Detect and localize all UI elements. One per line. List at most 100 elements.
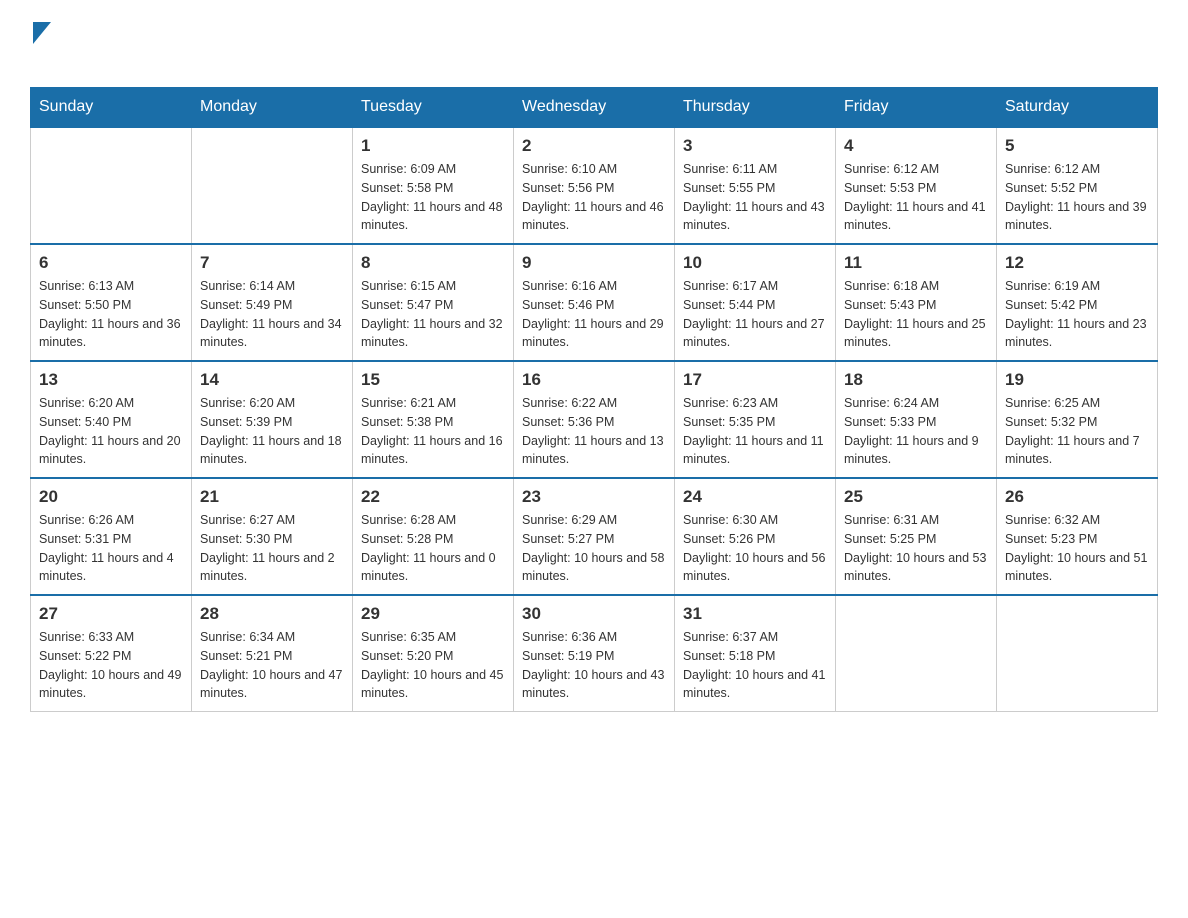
calendar-cell: 6Sunrise: 6:13 AMSunset: 5:50 PMDaylight…	[31, 244, 192, 361]
calendar-cell: 3Sunrise: 6:11 AMSunset: 5:55 PMDaylight…	[675, 127, 836, 244]
calendar-cell: 10Sunrise: 6:17 AMSunset: 5:44 PMDayligh…	[675, 244, 836, 361]
day-number: 12	[1005, 253, 1149, 273]
calendar-cell	[836, 595, 997, 712]
weekday-header-monday: Monday	[192, 88, 353, 128]
day-number: 18	[844, 370, 988, 390]
day-number: 29	[361, 604, 505, 624]
day-info: Sunrise: 6:10 AMSunset: 5:56 PMDaylight:…	[522, 160, 666, 235]
calendar-cell: 7 Sunrise: 6:14 AMSunset: 5:49 PMDaylight…	[192, 244, 353, 361]
calendar-cell	[192, 127, 353, 244]
day-info: Sunrise: 6:15 AMSunset: 5:47 PMDaylight:…	[361, 277, 505, 352]
day-info: Sunrise: 6:35 AMSunset: 5:20 PMDaylight:…	[361, 628, 505, 703]
calendar-cell: 2 Sunrise: 6:10 AMSunset: 5:56 PMDaylight…	[514, 127, 675, 244]
calendar-cell: 8 Sunrise: 6:15 AMSunset: 5:47 PMDaylight…	[353, 244, 514, 361]
day-info: Sunrise: 6:09 AMSunset: 5:58 PMDaylight:…	[361, 160, 505, 235]
day-number: 1	[361, 136, 505, 156]
calendar-week-1: 1 Sunrise: 6:09 AMSunset: 5:58 PMDaylight…	[31, 127, 1158, 244]
day-number: 22	[361, 487, 505, 507]
day-number: 27	[39, 604, 183, 624]
day-info: Sunrise: 6:37 AMSunset: 5:18 PMDaylight:…	[683, 628, 827, 703]
calendar-cell: 24 Sunrise: 6:30 AMSunset: 5:26 PMDayligh…	[675, 478, 836, 595]
day-number: 4	[844, 136, 988, 156]
day-info: Sunrise: 6:26 AMSunset: 5:31 PMDaylight:…	[39, 511, 183, 586]
day-number: 20	[39, 487, 183, 507]
day-number: 19	[1005, 370, 1149, 390]
day-number: 28	[200, 604, 344, 624]
calendar-cell: 14 Sunrise: 6:20 AMSunset: 5:39 PMDayligh…	[192, 361, 353, 478]
day-info: Sunrise: 6:19 AMSunset: 5:42 PMDaylight:…	[1005, 277, 1149, 352]
calendar-cell	[31, 127, 192, 244]
day-info: Sunrise: 6:29 AMSunset: 5:27 PMDaylight:…	[522, 511, 666, 586]
calendar-cell: 27 Sunrise: 6:33 AMSunset: 5:22 PMDayligh…	[31, 595, 192, 712]
day-number: 25	[844, 487, 988, 507]
day-number: 5	[1005, 136, 1149, 156]
day-number: 21	[200, 487, 344, 507]
calendar-cell: 19 Sunrise: 6:25 AMSunset: 5:32 PMDayligh…	[997, 361, 1158, 478]
day-number: 2	[522, 136, 666, 156]
day-info: Sunrise: 6:32 AMSunset: 5:23 PMDaylight:…	[1005, 511, 1149, 586]
calendar-cell: 13 Sunrise: 6:20 AMSunset: 5:40 PMDayligh…	[31, 361, 192, 478]
calendar-cell: 21 Sunrise: 6:27 AMSunset: 5:30 PMDayligh…	[192, 478, 353, 595]
day-info: Sunrise: 6:24 AMSunset: 5:33 PMDaylight:…	[844, 394, 988, 469]
calendar-cell: 29 Sunrise: 6:35 AMSunset: 5:20 PMDayligh…	[353, 595, 514, 712]
weekday-header-friday: Friday	[836, 88, 997, 128]
day-number: 17	[683, 370, 827, 390]
day-info: Sunrise: 6:30 AMSunset: 5:26 PMDaylight:…	[683, 511, 827, 586]
calendar-cell: 1 Sunrise: 6:09 AMSunset: 5:58 PMDaylight…	[353, 127, 514, 244]
calendar-cell: 12 Sunrise: 6:19 AMSunset: 5:42 PMDayligh…	[997, 244, 1158, 361]
calendar-week-5: 27 Sunrise: 6:33 AMSunset: 5:22 PMDayligh…	[31, 595, 1158, 712]
day-number: 15	[361, 370, 505, 390]
calendar-cell: 31 Sunrise: 6:37 AMSunset: 5:18 PMDayligh…	[675, 595, 836, 712]
day-info: Sunrise: 6:16 AMSunset: 5:46 PMDaylight:…	[522, 277, 666, 352]
calendar-cell: 16Sunrise: 6:22 AMSunset: 5:36 PMDayligh…	[514, 361, 675, 478]
day-info: Sunrise: 6:13 AMSunset: 5:50 PMDaylight:…	[39, 277, 183, 352]
day-info: Sunrise: 6:12 AMSunset: 5:53 PMDaylight:…	[844, 160, 988, 235]
day-info: Sunrise: 6:21 AMSunset: 5:38 PMDaylight:…	[361, 394, 505, 469]
day-info: Sunrise: 6:34 AMSunset: 5:21 PMDaylight:…	[200, 628, 344, 703]
day-info: Sunrise: 6:20 AMSunset: 5:40 PMDaylight:…	[39, 394, 183, 469]
calendar-cell: 20 Sunrise: 6:26 AMSunset: 5:31 PMDayligh…	[31, 478, 192, 595]
day-number: 14	[200, 370, 344, 390]
calendar-cell: 25 Sunrise: 6:31 AMSunset: 5:25 PMDayligh…	[836, 478, 997, 595]
calendar-cell: 15 Sunrise: 6:21 AMSunset: 5:38 PMDayligh…	[353, 361, 514, 478]
calendar-table: SundayMondayTuesdayWednesdayThursdayFrid…	[30, 87, 1158, 712]
day-info: Sunrise: 6:14 AMSunset: 5:49 PMDaylight:…	[200, 277, 344, 352]
day-number: 24	[683, 487, 827, 507]
weekday-header-row: SundayMondayTuesdayWednesdayThursdayFrid…	[31, 88, 1158, 128]
day-number: 11	[844, 253, 988, 273]
day-info: Sunrise: 6:28 AMSunset: 5:28 PMDaylight:…	[361, 511, 505, 586]
day-number: 9	[522, 253, 666, 273]
calendar-cell: 5 Sunrise: 6:12 AMSunset: 5:52 PMDaylight…	[997, 127, 1158, 244]
calendar-cell: 17Sunrise: 6:23 AMSunset: 5:35 PMDayligh…	[675, 361, 836, 478]
page-header	[30, 20, 1158, 77]
day-number: 16	[522, 370, 666, 390]
day-info: Sunrise: 6:20 AMSunset: 5:39 PMDaylight:…	[200, 394, 344, 469]
weekday-header-thursday: Thursday	[675, 88, 836, 128]
calendar-cell: 4 Sunrise: 6:12 AMSunset: 5:53 PMDaylight…	[836, 127, 997, 244]
day-info: Sunrise: 6:33 AMSunset: 5:22 PMDaylight:…	[39, 628, 183, 703]
calendar-cell: 11Sunrise: 6:18 AMSunset: 5:43 PMDayligh…	[836, 244, 997, 361]
logo	[30, 20, 51, 77]
day-number: 26	[1005, 487, 1149, 507]
day-number: 10	[683, 253, 827, 273]
calendar-week-4: 20 Sunrise: 6:26 AMSunset: 5:31 PMDayligh…	[31, 478, 1158, 595]
day-number: 30	[522, 604, 666, 624]
day-number: 13	[39, 370, 183, 390]
day-number: 8	[361, 253, 505, 273]
day-info: Sunrise: 6:25 AMSunset: 5:32 PMDaylight:…	[1005, 394, 1149, 469]
calendar-week-2: 6Sunrise: 6:13 AMSunset: 5:50 PMDaylight…	[31, 244, 1158, 361]
day-info: Sunrise: 6:31 AMSunset: 5:25 PMDaylight:…	[844, 511, 988, 586]
day-info: Sunrise: 6:12 AMSunset: 5:52 PMDaylight:…	[1005, 160, 1149, 235]
calendar-cell: 18 Sunrise: 6:24 AMSunset: 5:33 PMDayligh…	[836, 361, 997, 478]
weekday-header-wednesday: Wednesday	[514, 88, 675, 128]
day-number: 31	[683, 604, 827, 624]
calendar-cell	[997, 595, 1158, 712]
day-number: 7	[200, 253, 344, 273]
day-info: Sunrise: 6:11 AMSunset: 5:55 PMDaylight:…	[683, 160, 827, 235]
calendar-cell: 9 Sunrise: 6:16 AMSunset: 5:46 PMDaylight…	[514, 244, 675, 361]
weekday-header-saturday: Saturday	[997, 88, 1158, 128]
day-number: 23	[522, 487, 666, 507]
calendar-week-3: 13 Sunrise: 6:20 AMSunset: 5:40 PMDayligh…	[31, 361, 1158, 478]
calendar-cell: 22 Sunrise: 6:28 AMSunset: 5:28 PMDayligh…	[353, 478, 514, 595]
day-info: Sunrise: 6:27 AMSunset: 5:30 PMDaylight:…	[200, 511, 344, 586]
